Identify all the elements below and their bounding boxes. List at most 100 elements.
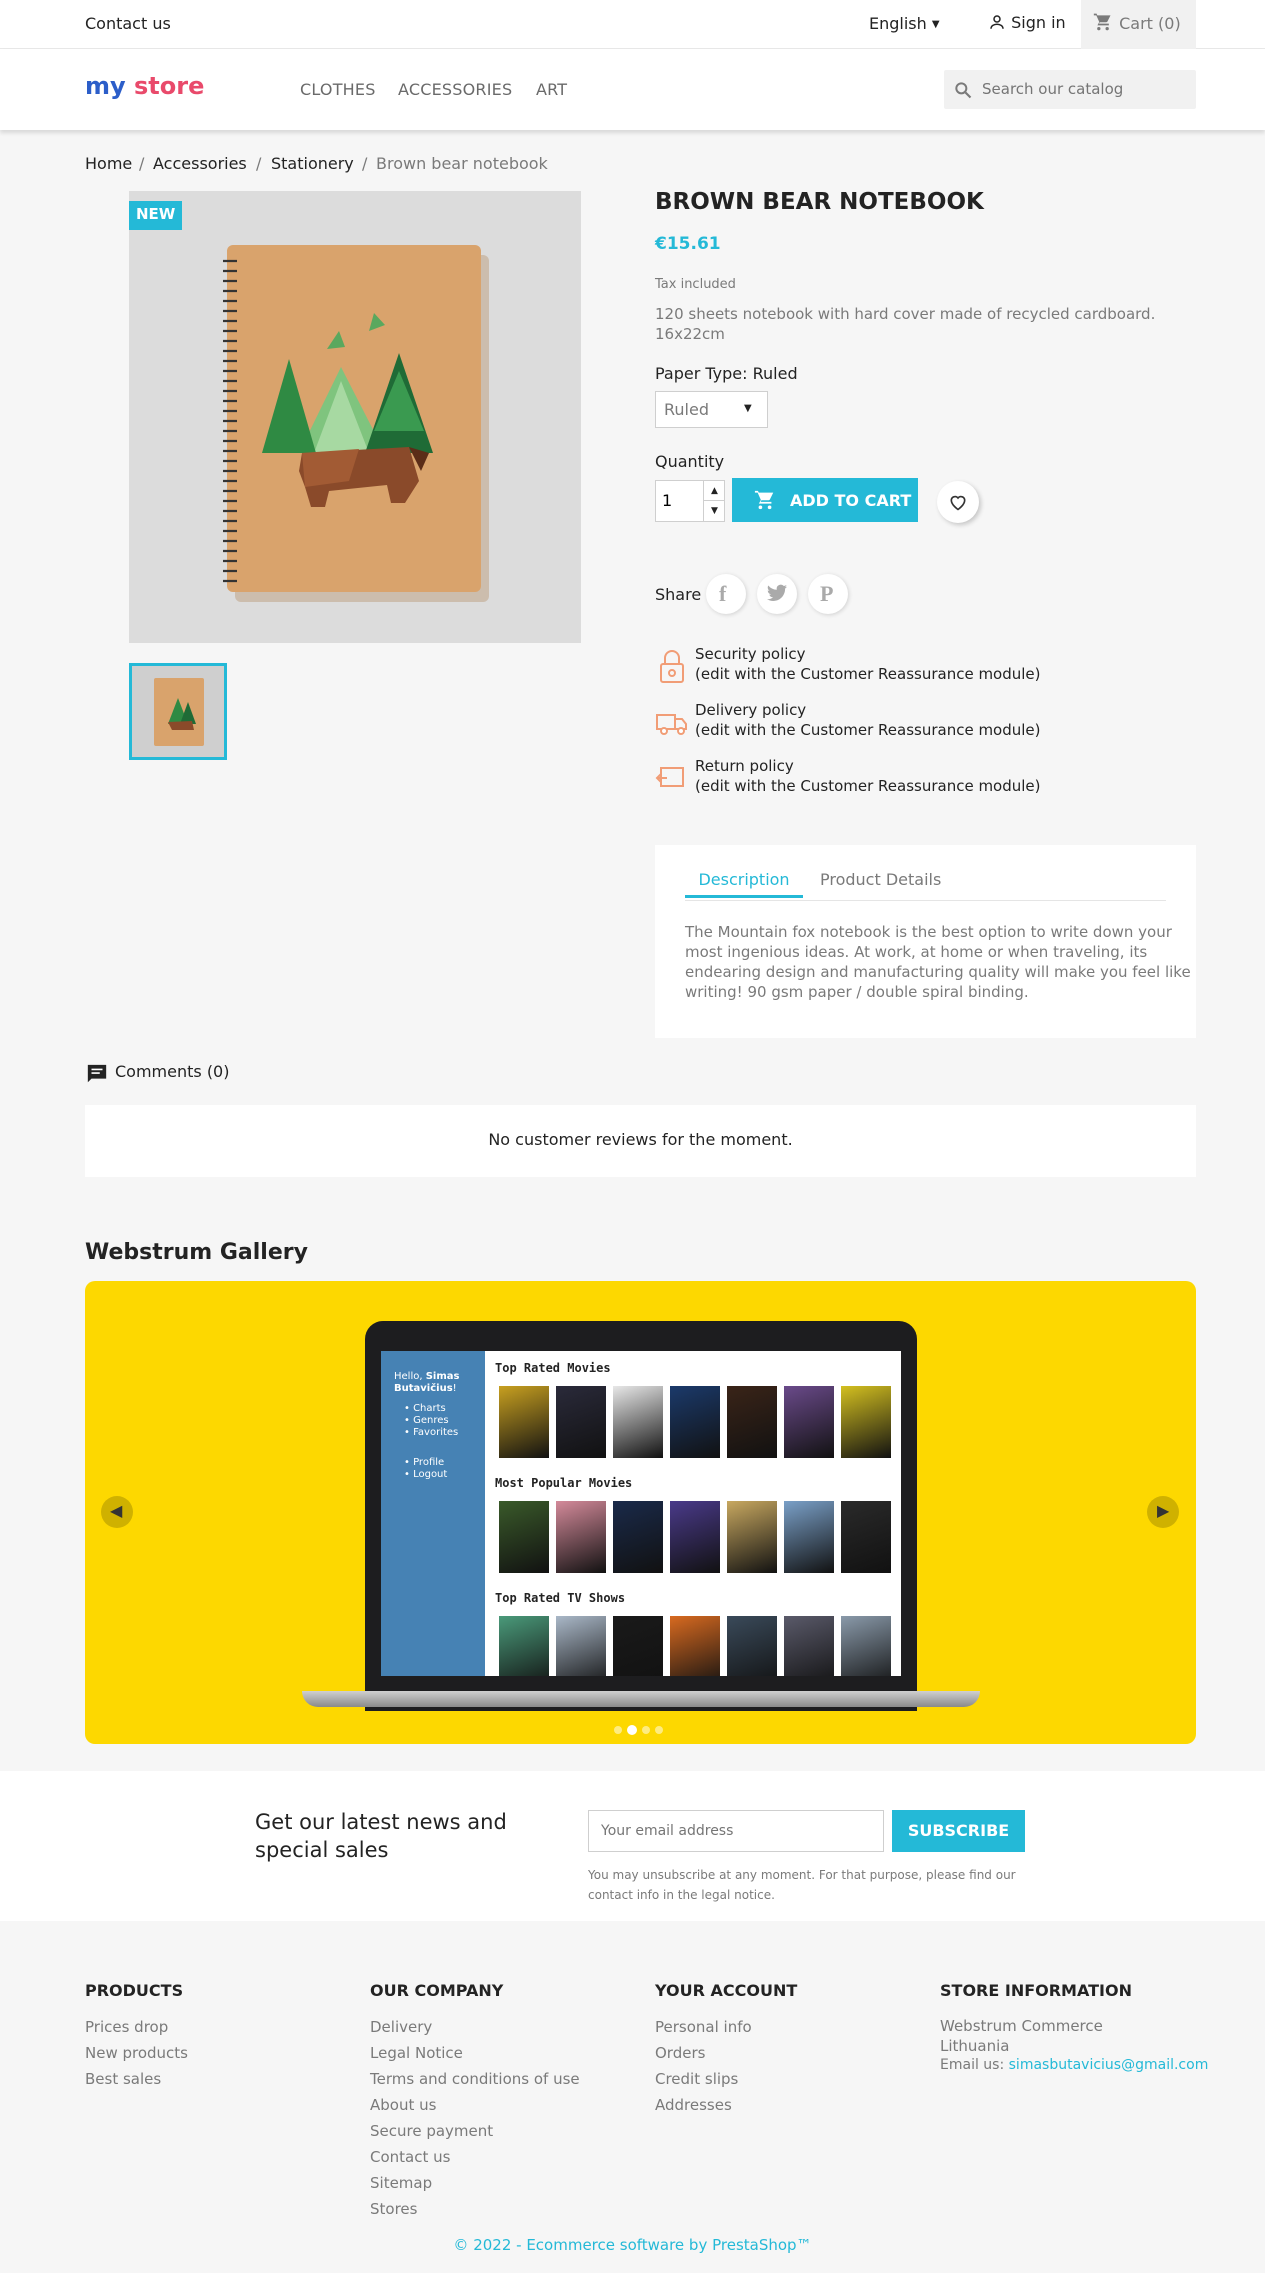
comments-heading: Comments (0) bbox=[115, 1062, 230, 1081]
footer-link[interactable]: Stores bbox=[370, 2200, 417, 2218]
store-logo[interactable]: my store bbox=[85, 72, 204, 100]
footer-link[interactable]: Legal Notice bbox=[370, 2044, 463, 2062]
search-input[interactable] bbox=[982, 76, 1187, 102]
wishlist-button[interactable] bbox=[937, 481, 979, 523]
product-title: BROWN BEAR NOTEBOOK bbox=[655, 189, 984, 215]
tab-product-details[interactable]: Product Details bbox=[820, 870, 941, 889]
gallery-carousel: Hello, Simas Butavičius! • Charts • Genr… bbox=[85, 1281, 1196, 1744]
movie-poster bbox=[499, 1386, 549, 1458]
truck-icon bbox=[656, 714, 687, 735]
carousel-dot-active[interactable] bbox=[627, 1725, 637, 1735]
tab-divider bbox=[685, 900, 1166, 901]
footer-products-title: PRODUCTS bbox=[85, 1981, 184, 2000]
tab-label: Description bbox=[698, 870, 790, 889]
footer-link[interactable]: Best sales bbox=[85, 2070, 161, 2088]
newsletter-email-input[interactable] bbox=[588, 1810, 884, 1852]
carousel-next-button[interactable]: ▶ bbox=[1147, 1496, 1179, 1528]
footer-link[interactable]: Secure payment bbox=[370, 2122, 493, 2140]
movie-poster bbox=[670, 1386, 720, 1458]
quantity-down-button[interactable]: ▼ bbox=[703, 501, 725, 522]
quantity-stepper: ▲ ▼ bbox=[655, 480, 725, 522]
language-selector[interactable]: English ▼ bbox=[869, 14, 940, 33]
footer-link[interactable]: Prices drop bbox=[85, 2018, 168, 2036]
movie-poster bbox=[784, 1501, 834, 1573]
twitter-icon bbox=[766, 584, 788, 601]
breadcrumb-separator: / bbox=[362, 154, 368, 173]
footer-link[interactable]: Terms and conditions of use bbox=[370, 2070, 580, 2088]
logo-store: store bbox=[134, 72, 205, 100]
footer-link[interactable]: Contact us bbox=[370, 2148, 450, 2166]
chevron-right-icon: ▶ bbox=[1157, 1501, 1170, 1520]
store-email-line: Email us: simasbutavicius@gmail.com bbox=[940, 2057, 1208, 2073]
product-price: €15.61 bbox=[655, 234, 721, 254]
menu-label: Charts bbox=[413, 1403, 446, 1414]
carousel-prev-button[interactable]: ◀ bbox=[101, 1496, 133, 1528]
product-cover-image[interactable] bbox=[129, 191, 581, 643]
lock-icon bbox=[660, 650, 684, 683]
footer-link[interactable]: Orders bbox=[655, 2044, 705, 2062]
menu-label: Profile bbox=[413, 1457, 445, 1468]
breadcrumb-separator: / bbox=[256, 154, 262, 173]
footer-link[interactable]: Credit slips bbox=[655, 2070, 738, 2088]
carousel-dot[interactable] bbox=[655, 1726, 663, 1734]
carousel-dot[interactable] bbox=[614, 1726, 622, 1734]
quantity-input[interactable] bbox=[662, 491, 696, 510]
footer-link[interactable]: Personal info bbox=[655, 2018, 752, 2036]
screen-sidebar: Hello, Simas Butavičius! • Charts • Genr… bbox=[381, 1351, 485, 1676]
footer-company-title: OUR COMPANY bbox=[370, 1981, 504, 2000]
nav-accessories[interactable]: ACCESSORIES bbox=[398, 80, 512, 99]
facebook-icon: f bbox=[719, 581, 727, 606]
nav-clothes[interactable]: CLOTHES bbox=[300, 80, 376, 99]
store-email-link[interactable]: simasbutavicius@gmail.com bbox=[1009, 2057, 1209, 2073]
chevron-left-icon: ◀ bbox=[110, 1501, 123, 1520]
newsletter-note: You may unsubscribe at any moment. For t… bbox=[588, 1865, 1016, 1905]
newsletter-heading: Get our latest news and special sales bbox=[255, 1808, 507, 1864]
greeting-user: Simas bbox=[425, 1371, 460, 1382]
breadcrumb-stationery[interactable]: Stationery bbox=[271, 154, 354, 173]
share-facebook-button[interactable]: f bbox=[706, 574, 746, 614]
movie-poster bbox=[784, 1616, 834, 1676]
footer-link[interactable]: Sitemap bbox=[370, 2174, 432, 2192]
description-line: endearing design and manufacturing quali… bbox=[685, 963, 1191, 981]
laptop-display: Hello, Simas Butavičius! • Charts • Genr… bbox=[381, 1351, 901, 1676]
screen-greeting: Hello, Simas bbox=[394, 1371, 485, 1383]
cart-button[interactable]: Cart (0) bbox=[1081, 0, 1196, 49]
breadcrumb-accessories[interactable]: Accessories bbox=[153, 154, 247, 173]
footer-link[interactable]: New products bbox=[85, 2044, 188, 2062]
paper-type-select[interactable]: Ruled ▼ bbox=[655, 391, 768, 428]
share-pinterest-button[interactable]: P bbox=[808, 574, 848, 614]
footer-link[interactable]: About us bbox=[370, 2096, 436, 2114]
greeting-hello: Hello, bbox=[394, 1371, 423, 1382]
movie-poster bbox=[841, 1616, 891, 1676]
breadcrumb-current: Brown bear notebook bbox=[376, 154, 548, 173]
reassurance-return: Return policy (edit with the Customer Re… bbox=[695, 756, 1041, 796]
carousel-dot[interactable] bbox=[642, 1726, 650, 1734]
reassurance-subtitle: (edit with the Customer Reassurance modu… bbox=[695, 777, 1041, 795]
cart-icon bbox=[1093, 13, 1111, 31]
share-twitter-button[interactable] bbox=[757, 574, 797, 614]
tab-description[interactable]: Description bbox=[685, 870, 803, 898]
user-icon bbox=[990, 15, 1004, 29]
quantity-up-button[interactable]: ▲ bbox=[703, 481, 725, 501]
movie-poster bbox=[556, 1386, 606, 1458]
screen-menu-item: • Charts bbox=[404, 1403, 446, 1414]
signin-link[interactable]: Sign in bbox=[988, 13, 1066, 32]
subscribe-button[interactable]: SUBSCRIBE bbox=[892, 1810, 1025, 1852]
menu-label: Genres bbox=[413, 1415, 449, 1426]
screen-section-title: Top Rated Movies bbox=[495, 1361, 611, 1375]
new-badge: NEW bbox=[129, 201, 183, 230]
footer-link[interactable]: Delivery bbox=[370, 2018, 432, 2036]
add-to-cart-button[interactable]: ADD TO CART bbox=[732, 478, 918, 522]
search-icon[interactable] bbox=[953, 80, 973, 100]
copyright-link[interactable]: © 2022 - Ecommerce software by PrestaSho… bbox=[0, 2236, 1265, 2254]
contact-us-link[interactable]: Contact us bbox=[85, 14, 171, 33]
breadcrumb-home[interactable]: Home bbox=[85, 154, 132, 173]
screen-menu-item: • Profile bbox=[404, 1457, 445, 1468]
footer-link[interactable]: Addresses bbox=[655, 2096, 732, 2114]
nav-art[interactable]: ART bbox=[536, 80, 567, 99]
notebook-illustration bbox=[223, 245, 489, 602]
share-label: Share bbox=[655, 585, 702, 604]
desc-line: 120 sheets notebook with hard cover made… bbox=[655, 305, 1156, 323]
logo-my: my bbox=[85, 72, 126, 100]
product-thumbnail[interactable] bbox=[129, 663, 227, 760]
